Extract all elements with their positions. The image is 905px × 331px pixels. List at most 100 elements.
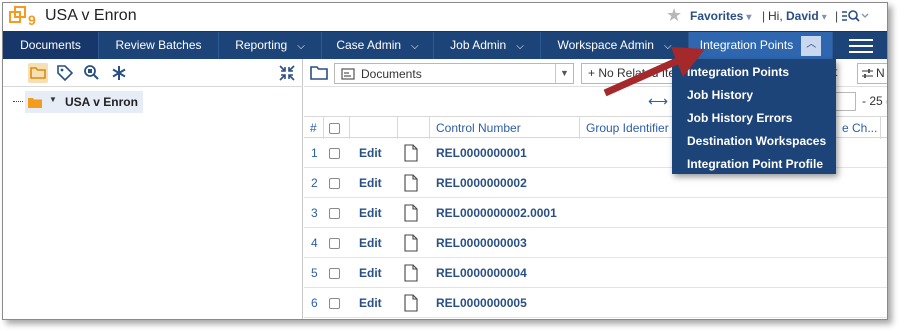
row-number: 2 bbox=[311, 176, 318, 190]
tab-label: Job Admin bbox=[450, 38, 507, 52]
app-window: 9 USA v Enron ★ Favorites ▾ | Hi, David ▾ … bbox=[2, 2, 888, 320]
workspace-title: USA v Enron bbox=[45, 7, 137, 24]
row-checkbox[interactable] bbox=[329, 288, 340, 318]
page-count-text: - 25 (o bbox=[862, 94, 887, 108]
tab-job-admin[interactable]: Job Admin ⌵ bbox=[434, 32, 541, 59]
quick-search-icon[interactable] bbox=[841, 8, 869, 24]
browser-toolbar bbox=[3, 59, 303, 87]
row-checkbox[interactable] bbox=[329, 168, 340, 198]
edit-link[interactable]: Edit bbox=[359, 258, 382, 288]
chevron-down-icon[interactable]: ▼ bbox=[555, 64, 573, 83]
edit-link[interactable]: Edit bbox=[359, 138, 382, 168]
callout-arrow-icon bbox=[603, 47, 705, 97]
table-row[interactable]: 6 Edit REL0000000005 bbox=[304, 288, 887, 318]
svg-text:9: 9 bbox=[28, 12, 36, 28]
header-control-number[interactable]: Control Number bbox=[430, 117, 580, 139]
view-select-value: Documents bbox=[361, 67, 422, 81]
edit-link[interactable]: Edit bbox=[359, 228, 382, 258]
header-row-number[interactable]: # bbox=[304, 117, 324, 139]
menu-item-destination-workspaces[interactable]: Destination Workspaces bbox=[672, 130, 836, 153]
tab-case-admin[interactable]: Case Admin ⌵ bbox=[322, 32, 434, 59]
expand-caret-icon[interactable]: ▼ bbox=[49, 95, 57, 104]
favorite-star-icon[interactable]: ★ bbox=[666, 6, 682, 24]
row-checkbox[interactable] bbox=[329, 228, 340, 258]
chevron-up-icon[interactable]: ︿ bbox=[801, 35, 822, 56]
settings-button[interactable]: N bbox=[857, 63, 887, 84]
tree-connector bbox=[13, 101, 23, 102]
header-edit bbox=[350, 117, 398, 139]
tab-review-batches[interactable]: Review Batches bbox=[99, 32, 219, 59]
main-nav: Documents Review Batches Reporting ⌵ Case… bbox=[3, 31, 887, 59]
control-number-link[interactable]: REL0000000001 bbox=[436, 138, 527, 168]
table-row[interactable]: 3 Edit REL0000000002.0001 bbox=[304, 198, 887, 228]
tab-label: Case Admin bbox=[336, 38, 402, 52]
control-number-link[interactable]: REL0000000003 bbox=[436, 228, 527, 258]
tab-reporting[interactable]: Reporting ⌵ bbox=[219, 32, 322, 59]
document-icon[interactable] bbox=[404, 294, 418, 312]
table-row[interactable]: 4 Edit REL0000000003 bbox=[304, 228, 887, 258]
tab-documents[interactable]: Documents bbox=[3, 32, 99, 59]
menu-item-job-history-errors[interactable]: Job History Errors bbox=[672, 107, 836, 130]
folder-tree-icon bbox=[28, 98, 42, 108]
header-separator: | bbox=[835, 9, 839, 23]
control-number-link[interactable]: REL0000000005 bbox=[436, 288, 527, 318]
settings-label: N bbox=[876, 66, 885, 80]
control-number-link[interactable]: REL0000000004 bbox=[436, 258, 527, 288]
view-icon bbox=[341, 68, 355, 80]
document-icon[interactable] bbox=[404, 264, 418, 282]
document-icon[interactable] bbox=[404, 204, 418, 222]
tree-node-label: USA v Enron bbox=[65, 95, 138, 109]
menu-item-integration-point-profile[interactable]: Integration Point Profile bbox=[672, 153, 836, 176]
row-number: 4 bbox=[311, 236, 318, 250]
chevron-down-icon: ⌵ bbox=[516, 41, 524, 52]
document-icon[interactable] bbox=[404, 234, 418, 252]
menu-icon[interactable] bbox=[849, 39, 873, 53]
tab-label: Documents bbox=[20, 38, 81, 52]
greeting-text: Hi, bbox=[768, 9, 783, 23]
row-number: 3 bbox=[311, 206, 318, 220]
chevron-down-icon: ▾ bbox=[746, 12, 752, 23]
tab-integration-points[interactable]: Integration Points ︿ bbox=[689, 32, 833, 59]
settings-icon bbox=[862, 69, 873, 78]
document-icon[interactable] bbox=[404, 174, 418, 192]
chevron-down-icon: ▾ bbox=[821, 12, 827, 23]
control-number-link[interactable]: REL0000000002 bbox=[436, 168, 527, 198]
top-bar: 9 USA v Enron ★ Favorites ▾ | Hi, David ▾ … bbox=[3, 3, 887, 31]
row-number: 5 bbox=[311, 266, 318, 280]
header-group-identifier[interactable]: Group Identifier bbox=[580, 117, 680, 139]
header-select-all[interactable] bbox=[324, 117, 350, 139]
tab-label: Reporting bbox=[235, 38, 288, 52]
chevron-down-icon: ⌵ bbox=[297, 41, 305, 52]
tab-label: Integration Points bbox=[699, 38, 794, 52]
favorites-menu[interactable]: Favorites ▾ bbox=[690, 9, 751, 23]
row-number: 6 bbox=[311, 296, 318, 310]
header-column-ch[interactable]: e Ch... bbox=[836, 117, 881, 139]
header-separator: | bbox=[762, 9, 766, 23]
edit-link[interactable]: Edit bbox=[359, 288, 382, 318]
logo-icon[interactable]: 9 bbox=[9, 6, 39, 28]
control-number-link[interactable]: REL0000000002.0001 bbox=[436, 198, 557, 228]
view-select[interactable]: Documents ▼ bbox=[334, 63, 574, 84]
search-folder-icon[interactable] bbox=[82, 63, 102, 83]
row-checkbox[interactable] bbox=[329, 138, 340, 168]
asterisk-icon[interactable] bbox=[109, 63, 129, 83]
collapse-icon[interactable] bbox=[277, 63, 297, 83]
tag-icon[interactable] bbox=[55, 63, 75, 83]
row-checkbox[interactable] bbox=[329, 198, 340, 228]
view-folder-icon[interactable] bbox=[309, 64, 329, 82]
user-name: David bbox=[786, 9, 819, 23]
header-column-d[interactable]: D bbox=[881, 117, 887, 139]
row-number: 1 bbox=[311, 146, 318, 160]
row-checkbox[interactable] bbox=[329, 258, 340, 288]
tree-node-root[interactable]: ▼ USA v Enron bbox=[25, 91, 143, 113]
select-all-checkbox[interactable] bbox=[329, 123, 340, 135]
edit-link[interactable]: Edit bbox=[359, 168, 382, 198]
edit-link[interactable]: Edit bbox=[359, 198, 382, 228]
document-icon[interactable] bbox=[404, 144, 418, 162]
table-row[interactable]: 5 Edit REL0000000004 bbox=[304, 258, 887, 288]
user-menu[interactable]: Hi, David ▾ bbox=[768, 9, 827, 23]
folder-icon[interactable] bbox=[28, 63, 48, 83]
favorites-label: Favorites bbox=[690, 9, 744, 23]
browser-pane: ▼ USA v Enron bbox=[3, 59, 303, 319]
chevron-down-icon: ⌵ bbox=[411, 41, 419, 52]
